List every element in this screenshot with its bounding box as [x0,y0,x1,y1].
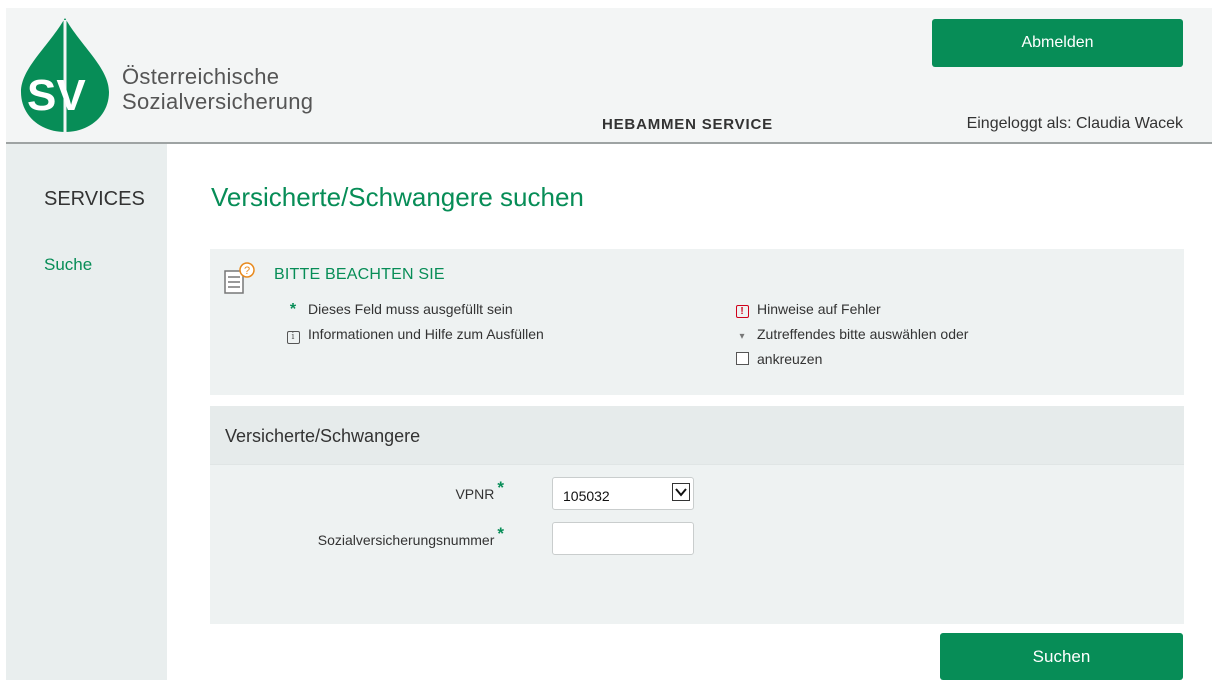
required-star-icon: * [497,478,504,497]
sidebar: SERVICES Suche [6,144,167,680]
checkbox-icon [735,352,749,365]
legend-checkbox-text: ankreuzen [757,351,823,367]
logout-button[interactable]: Abmelden [932,19,1183,67]
chevron-down-icon[interactable] [672,483,690,501]
select-dropdown-icon: ▾ [739,331,745,342]
required-star-icon: * [497,524,504,543]
vpnr-select-value: 105032 [563,488,610,504]
organization-name-line1: Österreichische [122,64,280,89]
sidebar-item-suche[interactable]: Suche [44,255,92,275]
form-title: Versicherte/Schwangere [225,426,421,446]
legend-info: i Informationen und Hilfe zum Ausfüllen [286,326,544,344]
search-button[interactable]: Suchen [940,633,1183,680]
svnr-label-text: Sozialversicherungsnummer [317,532,495,548]
legend-required-text: Dieses Feld muss ausgefüllt sein [308,301,513,317]
notice-title: BITTE BEACHTEN SIE [274,266,445,283]
svnr-input[interactable] [552,522,694,555]
form-header: Versicherte/Schwangere [210,406,1184,465]
svnr-label: Sozialversicherungsnummer * [317,524,504,550]
legend-error: ! Hinweise auf Fehler [735,301,881,318]
required-star-icon: * [289,301,297,318]
search-form-panel: Versicherte/Schwangere VPNR * 105032 Sozi… [210,406,1184,624]
logged-in-user: Eingeloggt als: Claudia Wacek [966,115,1183,132]
legend-select-text: Zutreffendes bitte auswählen oder [757,326,969,342]
error-icon: ! [735,305,749,318]
vpnr-select[interactable]: 105032 [552,477,694,510]
legend-required: * Dieses Feld muss ausgefüllt sein [286,301,513,319]
legend-error-text: Hinweise auf Fehler [757,301,881,317]
legend-select: ▾ Zutreffendes bitte auswählen oder [735,326,968,343]
logo-text: SV [27,71,86,120]
service-title: HEBAMMEN SERVICE [602,116,773,133]
vpnr-label-text: VPNR [455,486,495,502]
notice-panel: ? BITTE BEACHTEN SIE * Dieses Feld muss a… [210,249,1184,395]
svg-text:?: ? [244,265,250,277]
info-icon: i [286,331,300,344]
legend-info-text: Informationen und Hilfe zum Ausfüllen [308,326,544,342]
organization-name: Österreichische Sozialversicherung [122,64,313,114]
page-title: Versicherte/Schwangere suchen [211,182,584,212]
legend-checkbox: ankreuzen [735,351,822,367]
sidebar-heading: SERVICES [44,188,145,210]
header: SV Österreichische Sozialversicherung HE… [6,8,1212,144]
organization-name-line2: Sozialversicherung [122,89,314,114]
notice-help-icon: ? [224,262,255,294]
sv-logo-icon: SV [21,18,109,132]
vpnr-label: VPNR * [455,478,504,504]
